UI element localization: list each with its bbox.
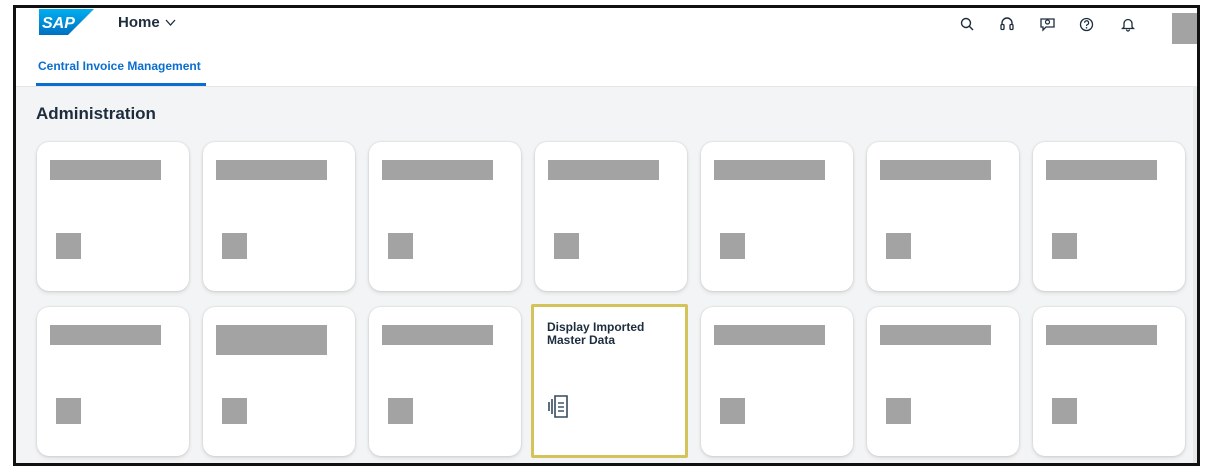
- redacted-title: [216, 325, 327, 355]
- tile-redacted[interactable]: [369, 142, 521, 291]
- redacted-title: [714, 160, 825, 180]
- redacted-icon: [56, 233, 81, 259]
- tile-title: Display Imported Master Data: [547, 320, 645, 347]
- tab-bar: Central Invoice Management: [16, 52, 1197, 87]
- redacted-icon: [388, 233, 413, 259]
- redacted-icon: [886, 398, 911, 424]
- redacted-icon: [222, 233, 247, 259]
- active-tab-indicator: [36, 83, 206, 86]
- redacted-icon: [886, 233, 911, 259]
- tile-redacted[interactable]: [203, 307, 355, 456]
- redacted-icon: [554, 233, 579, 259]
- redacted-title: [50, 160, 161, 180]
- bell-icon[interactable]: [1116, 12, 1140, 36]
- search-icon[interactable]: [955, 12, 979, 36]
- redacted-icon: [720, 233, 745, 259]
- headset-icon[interactable]: [995, 12, 1019, 36]
- tile-redacted[interactable]: [867, 142, 1019, 291]
- avatar[interactable]: [1172, 13, 1197, 44]
- help-icon[interactable]: [1074, 12, 1098, 36]
- redacted-title: [382, 325, 493, 345]
- redacted-icon: [388, 398, 413, 424]
- tab-central-invoice-management[interactable]: Central Invoice Management: [38, 59, 201, 79]
- tile-display-imported-master-data[interactable]: Display Imported Master Data: [531, 304, 688, 458]
- redacted-icon: [222, 398, 247, 424]
- document-stack-icon: [548, 395, 568, 418]
- app-window: SAP Home Central Invoice Management Admi…: [13, 5, 1200, 466]
- section-title: Administration: [36, 104, 156, 123]
- redacted-icon: [1052, 398, 1077, 424]
- redacted-title: [1046, 325, 1157, 345]
- redacted-title: [382, 160, 493, 180]
- redacted-title: [880, 160, 991, 180]
- chat-icon[interactable]: [1035, 12, 1059, 36]
- redacted-title: [216, 160, 327, 180]
- redacted-title: [1046, 160, 1157, 180]
- tile-redacted[interactable]: [701, 142, 853, 291]
- redacted-title: [714, 325, 825, 345]
- shell-bar: SAP Home: [16, 8, 1197, 52]
- tile-redacted[interactable]: [37, 307, 189, 456]
- tile-redacted[interactable]: [1033, 142, 1185, 291]
- scrollbar[interactable]: [1193, 86, 1197, 463]
- tile-redacted[interactable]: [37, 142, 189, 291]
- tile-redacted[interactable]: [369, 307, 521, 456]
- tile-redacted[interactable]: [701, 307, 853, 456]
- redacted-icon: [1052, 233, 1077, 259]
- redacted-title: [548, 160, 659, 180]
- tile-redacted[interactable]: [1033, 307, 1185, 456]
- redacted-title: [880, 325, 991, 345]
- tile-redacted[interactable]: [203, 142, 355, 291]
- tile-redacted[interactable]: [867, 307, 1019, 456]
- redacted-icon: [720, 398, 745, 424]
- tile-redacted[interactable]: [535, 142, 687, 291]
- redacted-title: [50, 325, 161, 345]
- redacted-icon: [56, 398, 81, 424]
